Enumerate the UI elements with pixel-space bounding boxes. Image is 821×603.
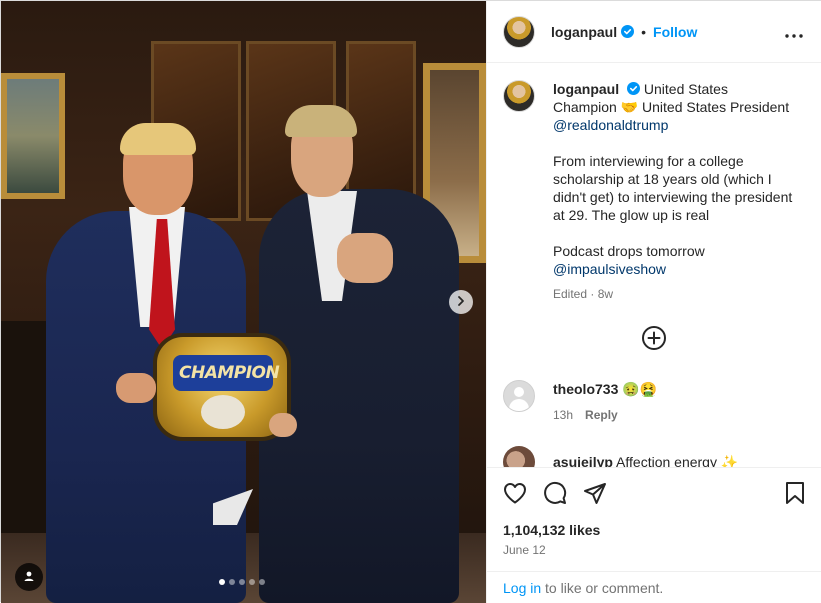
ship-painting <box>1 73 65 199</box>
separator-dot: • <box>641 23 647 40</box>
login-link[interactable]: Log in <box>503 580 541 596</box>
comment-meta: 13h Reply <box>553 406 657 424</box>
caption-line-3: Podcast drops tomorrow <box>553 243 705 259</box>
belt-text: CHAMPION <box>179 363 280 383</box>
carousel-indicator <box>219 579 265 585</box>
more-options-button[interactable] <box>784 23 804 43</box>
user-tag-icon <box>23 569 35 585</box>
caption-line-2: From interviewing for a college scholars… <box>553 153 793 223</box>
like-button[interactable] <box>502 481 528 507</box>
comment-time: 13h <box>553 408 574 422</box>
post-dialog: CHAMPION loganpaul • Follow loganpaul Un… <box>0 0 821 603</box>
person-right-hand <box>269 413 297 437</box>
heart-icon <box>503 482 527 507</box>
comment-text: 🤢🤮 <box>622 381 658 397</box>
carousel-dot <box>229 579 235 585</box>
share-icon <box>583 481 607 508</box>
likes-count[interactable]: 1,104,132 likes <box>503 522 600 538</box>
carousel-dot <box>239 579 245 585</box>
person-left-hand <box>116 373 156 403</box>
caption-text: loganpaul United States Champion 🤝 Unite… <box>553 80 793 303</box>
follow-button[interactable]: Follow <box>653 24 697 40</box>
next-photo-button[interactable] <box>449 290 473 314</box>
load-more-comments-button[interactable] <box>641 325 667 351</box>
mention-link[interactable]: @realdonaldtrump <box>553 117 668 133</box>
caption-avatar[interactable] <box>503 80 535 112</box>
login-prompt-text: to like or comment. <box>541 579 664 596</box>
comments-section[interactable]: loganpaul United States Champion 🤝 Unite… <box>487 64 821 467</box>
comment-button[interactable] <box>542 481 568 507</box>
person-left-hair <box>120 123 196 155</box>
comment-username[interactable]: theolo733 <box>553 381 618 397</box>
verified-badge-icon <box>627 81 641 95</box>
comment-body: theolo733 🤢🤮 13h Reply <box>553 380 657 424</box>
person-right-hair <box>285 105 357 137</box>
next-arrow-icon <box>455 294 467 310</box>
post-date[interactable]: June 12 <box>503 543 546 557</box>
post-header: loganpaul • Follow <box>487 1 821 63</box>
belt-eagle <box>201 395 245 429</box>
pointing-hand <box>337 233 393 283</box>
carousel-dot <box>249 579 255 585</box>
author-username[interactable]: loganpaul <box>551 24 617 40</box>
comment-username[interactable]: asujeilyp <box>553 454 613 467</box>
comment-text: Affection energy ✨ <box>616 454 739 467</box>
comment-avatar[interactable] <box>503 380 535 412</box>
carousel-dot <box>259 579 265 585</box>
post-caption: loganpaul United States Champion 🤝 Unite… <box>503 80 803 303</box>
bookmark-icon <box>785 481 805 508</box>
comment-avatar[interactable] <box>503 446 535 467</box>
tagged-users-button[interactable] <box>15 563 43 591</box>
comment-item: asujeilyp Affection energy ✨ <box>503 446 803 467</box>
post-actions: 1,104,132 likes June 12 <box>487 467 821 571</box>
comment-icon <box>543 481 567 508</box>
load-more-icon <box>641 326 667 354</box>
author-avatar[interactable] <box>503 15 535 48</box>
caption-meta: Edited · 8w <box>553 287 614 301</box>
post-photo[interactable]: CHAMPION <box>1 1 486 603</box>
caption-username[interactable]: loganpaul <box>553 81 619 97</box>
carousel-dot <box>219 579 225 585</box>
more-options-icon <box>785 25 803 41</box>
post-side-panel: loganpaul • Follow loganpaul United Stat… <box>486 1 821 603</box>
verified-badge-icon <box>621 25 635 38</box>
share-button[interactable] <box>582 481 608 507</box>
reply-button[interactable]: Reply <box>585 408 618 422</box>
mention-link[interactable]: @impaulsiveshow <box>553 260 793 278</box>
comment-body: asujeilyp Affection energy ✨ <box>553 446 738 467</box>
comment-item: theolo733 🤢🤮 13h Reply <box>503 380 803 424</box>
save-button[interactable] <box>782 481 808 507</box>
login-prompt: Log in to like or comment. <box>487 571 821 603</box>
